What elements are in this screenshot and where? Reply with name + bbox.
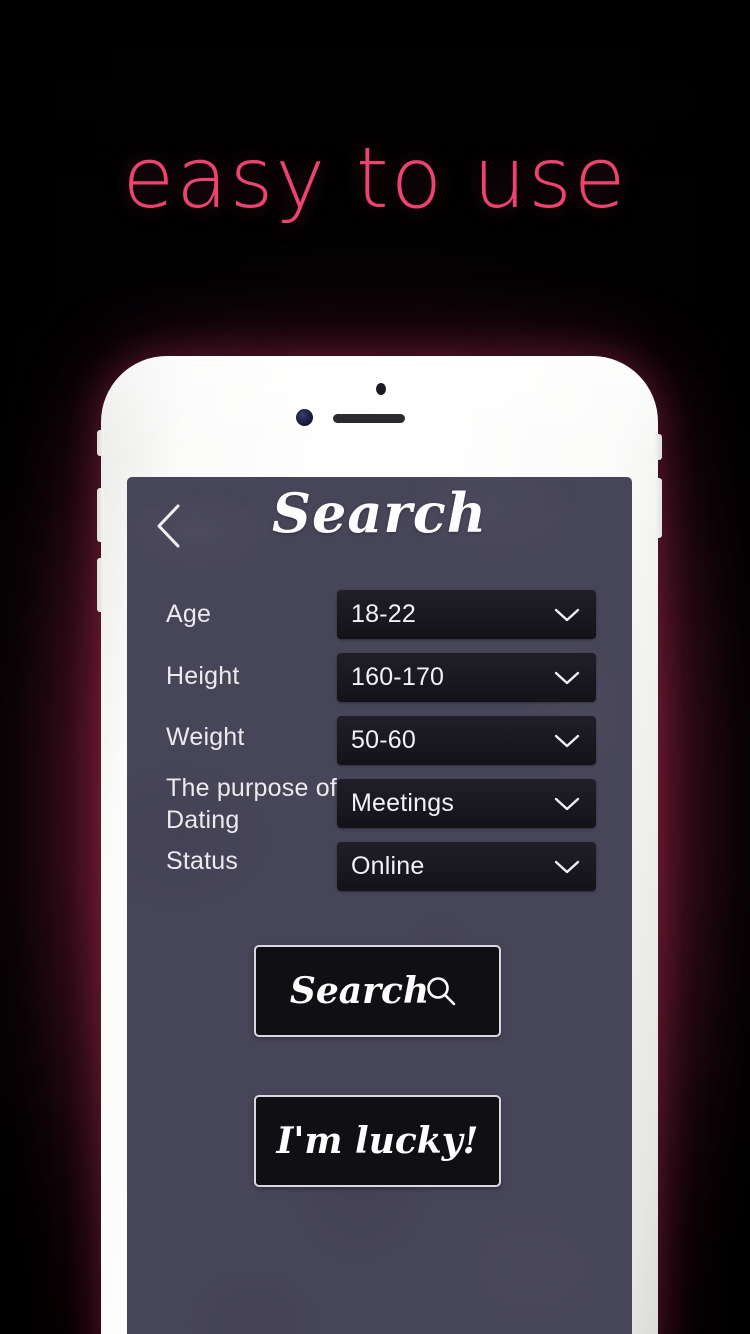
field-label-height: Height (166, 662, 240, 690)
im-lucky-button[interactable]: I'm lucky! (254, 1095, 501, 1187)
form-row-purpose-of-dating: The purpose of Dating Meetings (127, 772, 632, 835)
silent-switch[interactable] (97, 430, 104, 456)
search-filter-form: Age 18-22 Height 160-170 Weight 50-60 Th… (127, 583, 632, 898)
dropdown-value-purpose-of-dating: Meetings (351, 789, 455, 817)
chevron-down-icon (554, 671, 580, 685)
dropdown-value-status: Online (351, 852, 425, 880)
dropdown-value-height: 160-170 (351, 663, 445, 691)
chevron-down-icon (554, 734, 580, 748)
field-label-age: Age (166, 600, 212, 628)
dropdown-status[interactable]: Online (337, 842, 596, 891)
power-button-secondary[interactable] (655, 478, 662, 538)
promo-screenshot: easy to use Search Age 18-22 Height 160-… (0, 0, 750, 1334)
dropdown-purpose-of-dating[interactable]: Meetings (337, 779, 596, 828)
chevron-down-icon (554, 608, 580, 622)
chevron-down-icon (554, 860, 580, 874)
chevron-down-icon (554, 797, 580, 811)
phone-screen: Search Age 18-22 Height 160-170 Weight 5… (127, 477, 632, 1334)
dropdown-height[interactable]: 160-170 (337, 653, 596, 702)
proximity-sensor-icon (376, 383, 386, 395)
magnifier-icon (425, 975, 457, 1007)
field-label-weight: Weight (166, 723, 245, 751)
search-button[interactable]: Search (254, 945, 501, 1037)
volume-down-button[interactable] (97, 558, 104, 612)
search-button-label: Search (289, 970, 430, 1012)
form-row-age: Age 18-22 (127, 583, 632, 646)
form-row-weight: Weight 50-60 (127, 709, 632, 772)
field-label-purpose-of-dating: The purpose of Dating (166, 774, 337, 834)
volume-up-button[interactable] (97, 488, 104, 542)
power-button[interactable] (655, 434, 662, 460)
earpiece-speaker-icon (333, 414, 405, 423)
im-lucky-button-label: I'm lucky! (276, 1120, 479, 1162)
form-row-height: Height 160-170 (127, 646, 632, 709)
form-row-status: Status Online (127, 835, 632, 898)
dropdown-age[interactable]: 18-22 (337, 590, 596, 639)
field-label-status: Status (166, 847, 239, 875)
phone-device-frame: Search Age 18-22 Height 160-170 Weight 5… (97, 356, 662, 1334)
dropdown-value-weight: 50-60 (351, 726, 416, 754)
app-header: Search (127, 477, 632, 577)
promo-headline: easy to use (122, 129, 628, 227)
page-title: Search (272, 481, 487, 545)
dropdown-value-age: 18-22 (351, 600, 416, 628)
dropdown-weight[interactable]: 50-60 (337, 716, 596, 765)
front-camera-icon (296, 409, 313, 426)
